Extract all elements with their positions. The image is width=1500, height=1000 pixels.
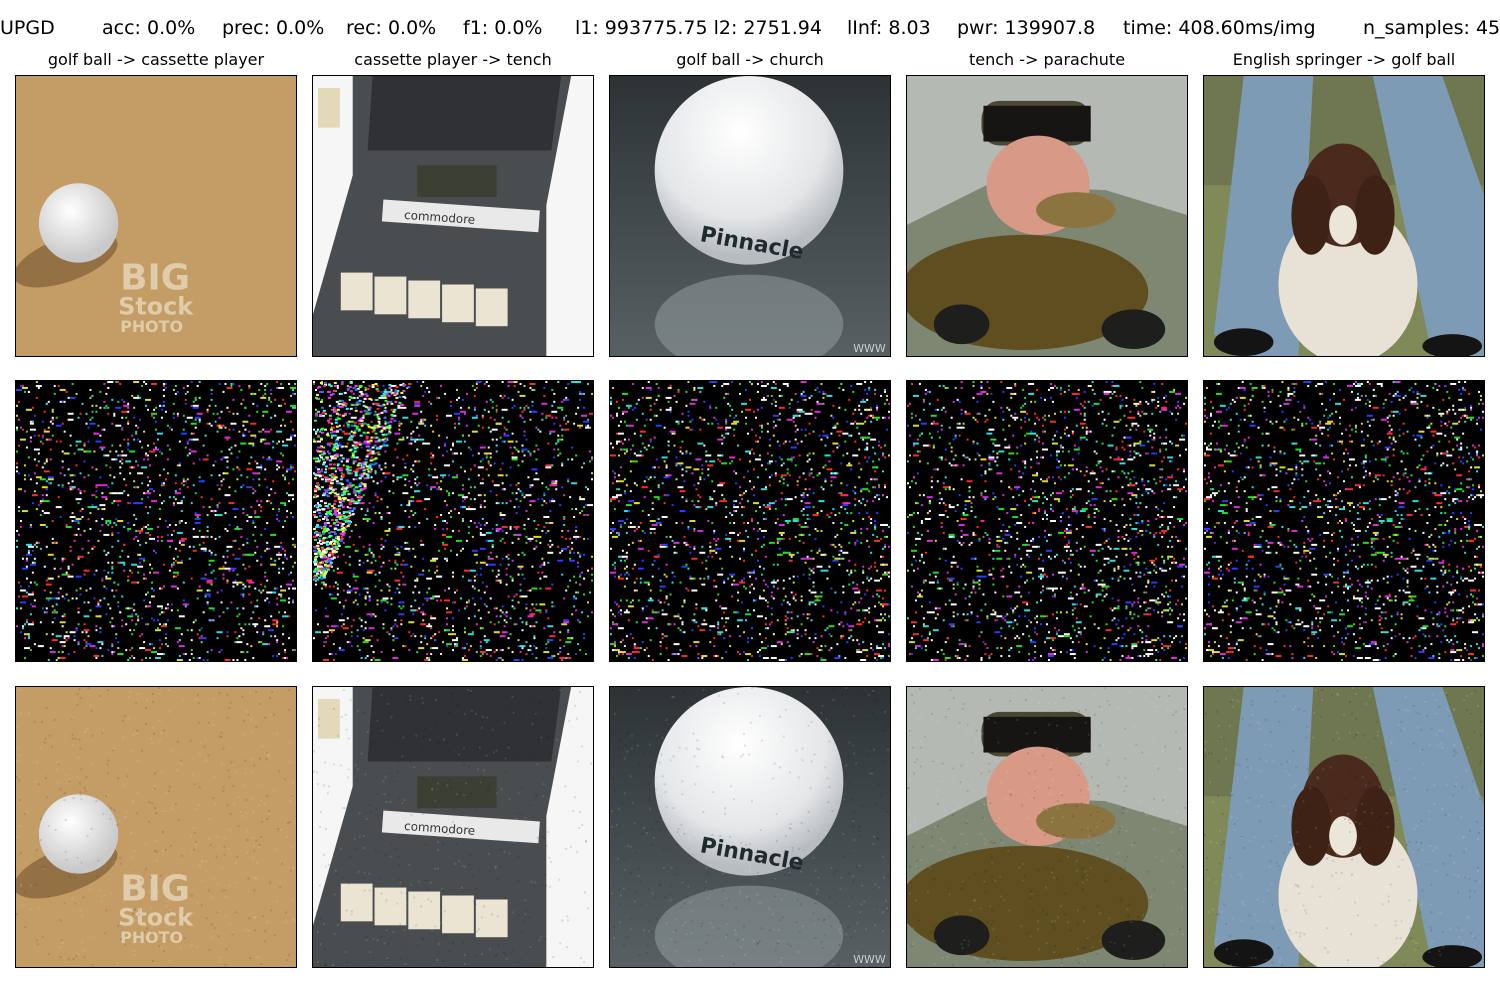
adversarial-image-pinnacle-golf-ball: Pinnacle WWW [609, 686, 891, 968]
method-label: UPGD [0, 17, 55, 39]
adversarial-image-cassette-player: commodore [312, 686, 594, 968]
watermark-photo-text: PHOTO [120, 317, 183, 336]
power-metric: pwr: 139907.8 [957, 17, 1096, 39]
original-image-pinnacle-golf-ball: Pinnacle WWW [609, 75, 891, 357]
perturbation-image-2 [312, 380, 594, 662]
column-title-3: golf ball -> church [676, 50, 824, 69]
perturbation-image-3 [609, 380, 891, 662]
adversarial-image-golf-ball-sand: BIG Stock PHOTO [15, 686, 297, 968]
recall-metric: rec: 0.0% [346, 17, 437, 39]
corner-www-text: WWW [853, 953, 886, 966]
column-title-5: English springer -> golf ball [1232, 50, 1456, 69]
watermark-stock-text: Stock [118, 903, 194, 931]
perturbation-image-5 [1203, 380, 1485, 662]
perturbation-image-4 [906, 380, 1188, 662]
watermark-stock-text: Stock [118, 292, 194, 320]
original-image-springer-spaniel [1203, 75, 1485, 357]
adversarial-image-man-with-tench [906, 686, 1188, 968]
corner-www-text: WWW [853, 342, 886, 355]
n-samples-metric: n_samples: 45 [1363, 17, 1500, 39]
watermark-photo-text: PHOTO [120, 928, 183, 947]
accuracy-metric: acc: 0.0% [102, 17, 196, 39]
precision-metric: prec: 0.0% [222, 17, 325, 39]
f1-metric: f1: 0.0% [463, 17, 543, 39]
perturbation-noise [610, 381, 890, 661]
column-title-4: tench -> parachute [968, 50, 1126, 69]
perturbation-image-1 [15, 380, 297, 662]
adversarial-image-springer-spaniel [1203, 686, 1485, 968]
original-image-cassette-player: commodore [312, 75, 594, 357]
column-title-2: cassette player -> tench [354, 50, 552, 69]
perturbation-noise [16, 381, 296, 661]
column-title-1: golf ball -> cassette player [47, 50, 265, 69]
perturbation-noise [313, 381, 593, 661]
linf-metric: lInf: 8.03 [847, 17, 931, 39]
original-image-man-with-tench [906, 75, 1188, 357]
perturbation-noise [1204, 381, 1484, 661]
original-image-golf-ball-sand: BIG Stock PHOTO [15, 75, 297, 357]
perturbation-noise [907, 381, 1187, 661]
l1-l2-metric: l1: 993775.75 l2: 2751.94 [575, 17, 822, 39]
time-metric: time: 408.60ms/img [1123, 17, 1316, 39]
